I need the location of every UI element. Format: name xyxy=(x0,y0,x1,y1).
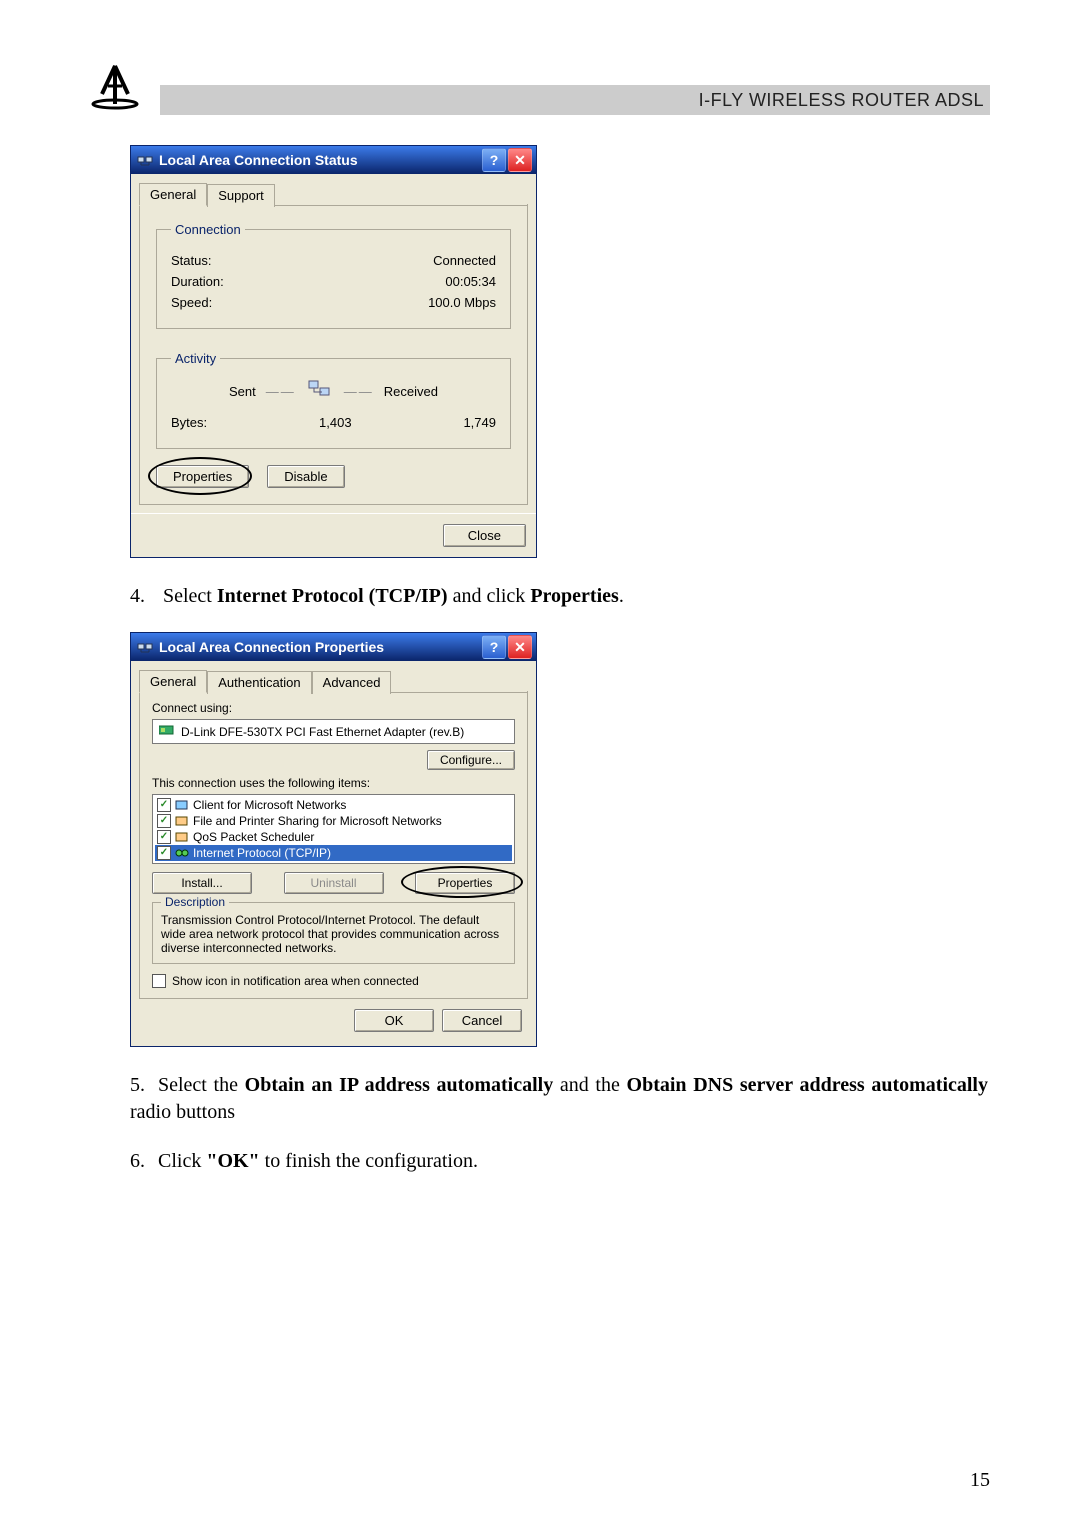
properties-window: Local Area Connection Properties ? ✕ Gen… xyxy=(130,632,537,1047)
speed-label: Speed: xyxy=(171,295,212,310)
checkbox-icon[interactable] xyxy=(157,814,171,828)
bytes-sent: 1,403 xyxy=(242,415,352,430)
speed-value: 100.0 Mbps xyxy=(428,295,496,310)
status-label: Status: xyxy=(171,253,211,268)
checkbox-icon[interactable] xyxy=(157,830,171,844)
step-number: 6. xyxy=(130,1148,158,1175)
header-title: I-FLY WIRELESS ROUTER ADSL xyxy=(160,85,990,115)
duration-label: Duration: xyxy=(171,274,224,289)
properties-button[interactable]: Properties xyxy=(156,465,249,488)
uninstall-button: Uninstall xyxy=(284,872,384,894)
close-x-button[interactable]: ✕ xyxy=(508,635,532,659)
text: . xyxy=(619,585,624,607)
list-item[interactable]: File and Printer Sharing for Microsoft N… xyxy=(155,813,512,829)
protocol-icon xyxy=(175,847,189,859)
status-window-title: Local Area Connection Status xyxy=(159,152,358,168)
received-label: Received xyxy=(384,384,438,399)
disable-button[interactable]: Disable xyxy=(267,465,344,488)
instruction-5: 5.Select the Obtain an IP address automa… xyxy=(130,1072,990,1126)
status-window: Local Area Connection Status ? ✕ General… xyxy=(130,145,537,558)
install-button[interactable]: Install... xyxy=(152,872,252,894)
description-text: Transmission Control Protocol/Internet P… xyxy=(161,913,506,955)
text-bold: Properties xyxy=(530,585,619,607)
client-icon xyxy=(175,799,189,811)
instruction-6: 6.Click "OK" to finish the configuration… xyxy=(130,1148,990,1175)
item-label: Internet Protocol (TCP/IP) xyxy=(193,846,331,860)
text: Select xyxy=(163,585,217,607)
item-label: QoS Packet Scheduler xyxy=(193,830,314,844)
text-bold: Obtain an IP address automatically xyxy=(245,1074,554,1096)
service-icon xyxy=(175,831,189,843)
show-icon-checkbox[interactable] xyxy=(152,974,166,988)
activity-legend: Activity xyxy=(171,351,220,366)
help-button[interactable]: ? xyxy=(482,148,506,172)
logo xyxy=(90,60,160,115)
text: to finish the configuration. xyxy=(260,1150,478,1172)
dash-right: —— xyxy=(344,384,374,399)
nic-icon xyxy=(159,724,175,739)
list-item[interactable]: QoS Packet Scheduler xyxy=(155,829,512,845)
text: and click xyxy=(448,585,531,607)
show-icon-label: Show icon in notification area when conn… xyxy=(172,974,419,988)
adapter-field: D-Link DFE-530TX PCI Fast Ethernet Adapt… xyxy=(152,719,515,744)
text: radio buttons xyxy=(130,1101,235,1123)
item-label: Client for Microsoft Networks xyxy=(193,798,346,812)
list-item[interactable]: Client for Microsoft Networks xyxy=(155,797,512,813)
activity-icon xyxy=(306,378,334,405)
network-icon xyxy=(137,152,153,168)
ok-button[interactable]: OK xyxy=(354,1009,434,1032)
tab-general[interactable]: General xyxy=(139,670,207,693)
service-icon xyxy=(175,815,189,827)
text-bold: Internet Protocol (TCP/IP) xyxy=(217,585,448,607)
network-icon xyxy=(137,639,153,655)
tab-support[interactable]: Support xyxy=(207,184,275,207)
uses-label: This connection uses the following items… xyxy=(152,776,515,790)
instruction-4: 4. Select Internet Protocol (TCP/IP) and… xyxy=(130,583,990,610)
list-item-selected[interactable]: Internet Protocol (TCP/IP) xyxy=(155,845,512,861)
step-number: 5. xyxy=(130,1072,158,1099)
checkbox-icon[interactable] xyxy=(157,846,171,860)
step-number: 4. xyxy=(130,583,158,610)
description-legend: Description xyxy=(161,895,229,909)
props-titlebar: Local Area Connection Properties ? ✕ xyxy=(131,633,536,661)
text: Click xyxy=(158,1150,206,1172)
adapter-name: D-Link DFE-530TX PCI Fast Ethernet Adapt… xyxy=(181,725,464,739)
item-properties-button[interactable]: Properties xyxy=(415,872,515,894)
connect-using-label: Connect using: xyxy=(152,701,515,715)
page-number: 15 xyxy=(970,1469,990,1492)
dash-left: —— xyxy=(266,384,296,399)
checkbox-icon[interactable] xyxy=(157,798,171,812)
item-label: File and Printer Sharing for Microsoft N… xyxy=(193,814,442,828)
help-button[interactable]: ? xyxy=(482,635,506,659)
activity-group: Activity Sent —— —— Received Bytes: 1,40… xyxy=(156,351,511,449)
connection-group: Connection Status: Connected Duration: 00:… xyxy=(156,222,511,329)
props-window-title: Local Area Connection Properties xyxy=(159,639,384,655)
text: and the xyxy=(553,1074,626,1096)
configure-button[interactable]: Configure... xyxy=(427,750,515,770)
status-titlebar: Local Area Connection Status ? ✕ xyxy=(131,146,536,174)
description-group: Description Transmission Control Protoco… xyxy=(152,902,515,964)
duration-value: 00:05:34 xyxy=(445,274,496,289)
text: Select the xyxy=(158,1074,245,1096)
close-x-button[interactable]: ✕ xyxy=(508,148,532,172)
status-value: Connected xyxy=(433,253,496,268)
close-button[interactable]: Close xyxy=(443,524,526,547)
cancel-button[interactable]: Cancel xyxy=(442,1009,522,1032)
connection-legend: Connection xyxy=(171,222,245,237)
text-bold: "OK" xyxy=(206,1150,259,1172)
items-list[interactable]: Client for Microsoft Networks File and P… xyxy=(152,794,515,864)
bytes-label: Bytes: xyxy=(171,415,207,430)
tab-general[interactable]: General xyxy=(139,183,207,206)
page-header: I-FLY WIRELESS ROUTER ADSL xyxy=(90,60,990,115)
tab-advanced[interactable]: Advanced xyxy=(312,671,392,694)
bytes-received: 1,749 xyxy=(386,415,496,430)
text-bold: Obtain DNS server address automatically xyxy=(627,1074,988,1096)
tab-authentication[interactable]: Authentication xyxy=(207,671,311,694)
sent-label: Sent xyxy=(229,384,256,399)
